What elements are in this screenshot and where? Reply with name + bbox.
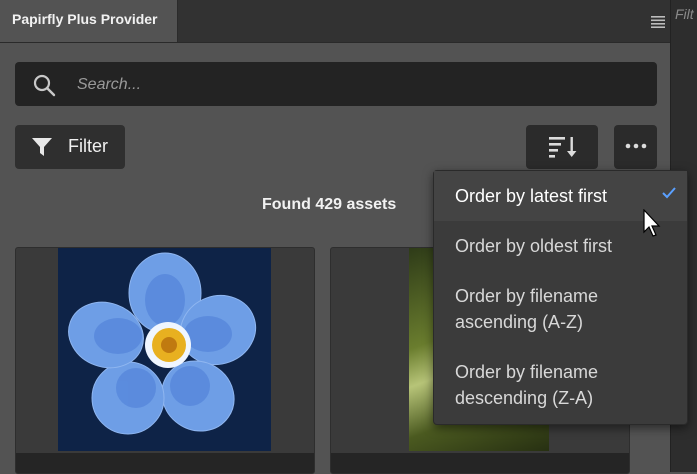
menu-item-label-line2: descending (Z-A) xyxy=(455,388,594,408)
asset-thumbnail xyxy=(58,248,271,451)
adjacent-panel-tab-label: Filt xyxy=(675,6,694,22)
search-icon xyxy=(33,74,56,97)
menu-item-label-line1: Order by filename xyxy=(455,362,599,382)
panel-tab-label: Papirfly Plus Provider xyxy=(12,11,158,27)
filter-button-label: Filter xyxy=(68,136,108,156)
menu-item-label: Order by latest first xyxy=(455,186,608,206)
menu-item-filename-descending[interactable]: Order by filename descending (Z-A) xyxy=(434,347,687,423)
search-bar xyxy=(15,62,657,106)
panel-tab[interactable]: Papirfly Plus Provider xyxy=(0,0,178,42)
sort-icon xyxy=(549,137,577,158)
menu-item-filename-ascending[interactable]: Order by filename ascending (A-Z) xyxy=(434,271,687,347)
filter-button[interactable]: Filter xyxy=(15,125,125,169)
asset-count: Found 429 assets xyxy=(262,196,397,213)
asset-card-footer xyxy=(16,453,314,473)
more-options-button[interactable] xyxy=(614,125,657,169)
menu-item-label-line2: ascending (A-Z) xyxy=(455,312,584,332)
filter-icon xyxy=(32,138,52,156)
cursor-icon xyxy=(643,209,661,237)
more-icon xyxy=(625,143,647,149)
menu-item-label: Order by oldest first xyxy=(455,236,613,256)
search-input[interactable] xyxy=(75,69,639,101)
check-icon xyxy=(662,187,676,199)
panel-menu-icon[interactable] xyxy=(651,14,665,28)
flower-image-icon xyxy=(68,252,257,435)
asset-card-footer xyxy=(331,453,629,473)
sort-button[interactable] xyxy=(526,125,598,169)
panel-header: Papirfly Plus Provider xyxy=(0,0,697,43)
menu-item-label-line1: Order by filename xyxy=(455,286,599,306)
asset-card[interactable] xyxy=(15,247,315,474)
